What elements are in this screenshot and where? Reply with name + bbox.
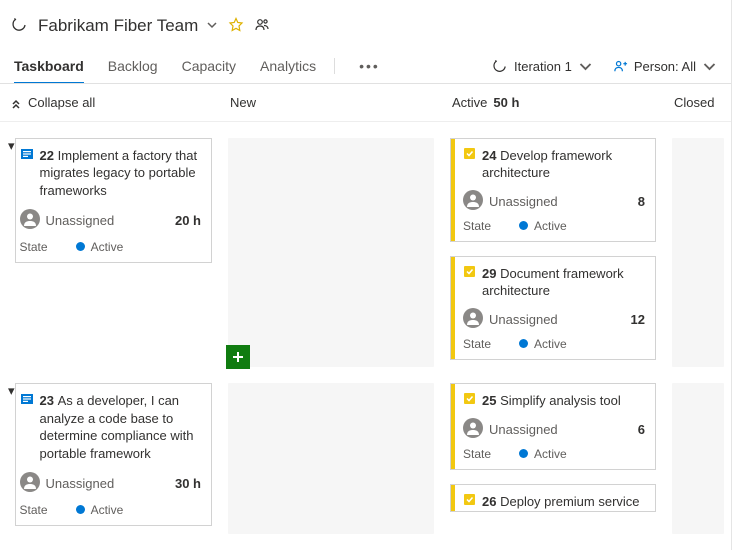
collapse-all[interactable]: Collapse all (0, 84, 220, 122)
task-card[interactable]: 25 Simplify analysis tool Unassigned 6 S… (450, 383, 656, 470)
column-header-closed: Closed (664, 84, 731, 122)
task-icon (463, 265, 476, 283)
pbi-icon (20, 147, 34, 200)
closed-dropzone[interactable] (672, 383, 724, 534)
task-card[interactable]: 26 Deploy premium service for code analy… (450, 484, 656, 512)
tab-divider (334, 58, 335, 74)
task-hours: 8 (638, 194, 645, 209)
chevron-down-icon (702, 59, 717, 74)
task-icon (463, 392, 476, 410)
people-icon[interactable] (254, 17, 270, 36)
iteration-icon (493, 59, 508, 74)
avatar-icon (463, 308, 483, 331)
backlog-card[interactable]: 22 Implement a factory that migrates leg… (15, 138, 212, 264)
task-hours: 6 (638, 422, 645, 437)
star-icon[interactable] (228, 17, 244, 36)
more-menu[interactable]: ••• (359, 58, 380, 74)
column-header-active: Active 50 h (442, 84, 664, 122)
task-icon (463, 493, 476, 511)
column-header-new: New (220, 84, 442, 122)
avatar-icon (20, 209, 40, 232)
add-task-button[interactable] (226, 345, 250, 369)
team-name[interactable]: Fabrikam Fiber Team (38, 16, 218, 36)
person-icon (613, 59, 628, 74)
assignee: Unassigned (46, 213, 115, 228)
tab-analytics[interactable]: Analytics (260, 48, 316, 84)
avatar-icon (463, 190, 483, 213)
tab-bar: Taskboard Backlog Capacity Analytics •••… (0, 48, 731, 84)
iteration-picker[interactable]: Iteration 1 (493, 59, 593, 74)
backlog-card[interactable]: 23 As a developer, I can analyze a code … (15, 383, 212, 526)
team-header: Fabrikam Fiber Team (0, 0, 731, 48)
avatar-icon (20, 472, 40, 495)
closed-dropzone[interactable] (672, 138, 724, 368)
state-label: State (20, 240, 48, 254)
tab-taskboard[interactable]: Taskboard (14, 48, 84, 84)
chevron-down-icon (578, 59, 593, 74)
task-icon (463, 147, 476, 165)
task-card[interactable]: 29 Document framework architecture Unass… (450, 256, 656, 360)
tab-capacity[interactable]: Capacity (182, 48, 236, 84)
person-filter[interactable]: Person: All (613, 59, 717, 74)
state-value: Active (76, 240, 124, 254)
new-dropzone[interactable] (228, 138, 434, 368)
task-hours: 12 (631, 312, 645, 327)
tab-backlog[interactable]: Backlog (108, 48, 158, 84)
iteration-icon (12, 17, 28, 36)
backlog-hours: 30 h (175, 476, 201, 491)
collapse-icon (10, 97, 22, 109)
backlog-hours: 20 h (175, 213, 201, 228)
avatar-icon (463, 418, 483, 441)
taskboard: Collapse all New Active 50 h Closed ▾ 22… (0, 84, 731, 542)
new-dropzone[interactable] (228, 383, 434, 534)
pbi-icon (20, 392, 34, 462)
chevron-down-icon (206, 16, 218, 36)
task-card[interactable]: 24 Develop framework architecture Unassi… (450, 138, 656, 242)
